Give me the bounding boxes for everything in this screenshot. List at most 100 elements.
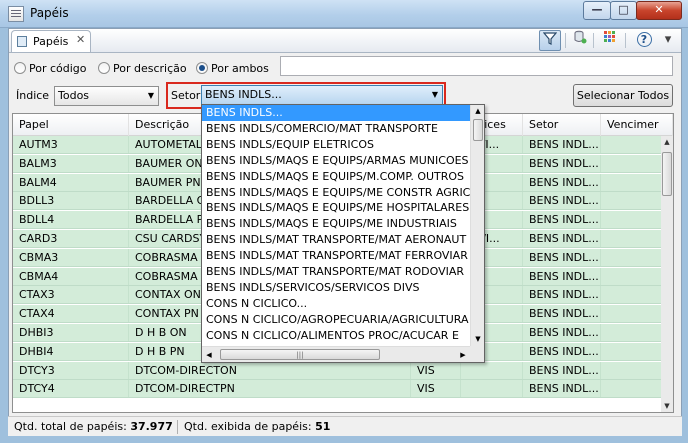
setor-value: BENS INDLS... bbox=[205, 88, 282, 101]
dropdown-option[interactable]: BENS INDLS/SERVICOS/SERVICOS DIVS bbox=[202, 280, 470, 296]
scroll-thumb[interactable] bbox=[473, 119, 483, 141]
indice-value: Todos bbox=[58, 89, 90, 102]
dropdown-option[interactable]: BENS INDLS/MAQS E EQUIPS/ME INDUSTRIAIS bbox=[202, 216, 470, 232]
dropdown-option[interactable]: BENS INDLS/MAQS E EQUIPS/ME HOSPITALARES bbox=[202, 200, 470, 216]
setor-select[interactable]: BENS INDLS... ▼ bbox=[201, 85, 443, 105]
tab-papeis[interactable]: Papéis ✕ bbox=[11, 30, 91, 52]
table-cell bbox=[601, 286, 661, 303]
table-cell bbox=[601, 192, 661, 209]
window-title: Papéis bbox=[30, 6, 69, 20]
scroll-thumb[interactable] bbox=[662, 152, 672, 196]
total-label: Qtd. total de papéis: bbox=[14, 420, 127, 433]
table-cell: VIS bbox=[411, 380, 461, 398]
filter-icon[interactable] bbox=[539, 30, 561, 51]
radio-dot bbox=[98, 62, 110, 74]
table-cell bbox=[601, 249, 661, 266]
shown-count: Qtd. exibida de papéis: 51 bbox=[184, 417, 330, 437]
table-cell: BENS INDL... bbox=[523, 136, 601, 153]
dropdown-hscrollbar[interactable]: ◀ ||| ▶ bbox=[202, 346, 470, 362]
column-header-setor[interactable]: Setor bbox=[523, 114, 601, 136]
dropdown-option[interactable]: BENS INDLS/COMERCIO/MAT TRANSPORTE bbox=[202, 121, 470, 137]
table-cell: BENS INDL... bbox=[523, 361, 601, 379]
dropdown-vscrollbar[interactable]: ▲ ▼ bbox=[470, 105, 484, 346]
table-cell: BENS INDL... bbox=[523, 305, 601, 323]
close-button[interactable]: ✕ bbox=[636, 1, 682, 20]
table-cell: BALM4 bbox=[13, 173, 129, 191]
indice-label: Índice bbox=[16, 89, 50, 102]
table-cell bbox=[601, 324, 661, 341]
dropdown-items: BENS INDLS... BENS INDLS/COMERCIO/MAT TRA… bbox=[202, 105, 470, 346]
scroll-right-icon[interactable]: ▶ bbox=[456, 347, 470, 362]
scroll-down-icon[interactable]: ▼ bbox=[471, 333, 484, 346]
scroll-up-icon[interactable]: ▲ bbox=[471, 105, 484, 118]
dropdown-option[interactable]: BENS INDLS... bbox=[202, 105, 470, 121]
table-cell: CTAX3 bbox=[13, 286, 129, 304]
table-cell: DHBI3 bbox=[13, 324, 129, 341]
radio-por-codigo[interactable]: Por código bbox=[14, 61, 87, 75]
app-icon bbox=[8, 6, 24, 22]
table-cell bbox=[601, 380, 661, 397]
dropdown-option[interactable]: BENS INDLS/MAT TRANSPORTE/MAT FERROVIAR bbox=[202, 248, 470, 264]
chevron-down-icon: ▼ bbox=[147, 91, 154, 100]
radio-por-descricao[interactable]: Por descrição bbox=[98, 61, 187, 75]
radio-label: Por código bbox=[29, 61, 87, 75]
table-cell: DTCOM-DIRECTON bbox=[129, 361, 411, 379]
maximize-button[interactable]: □ bbox=[610, 1, 637, 20]
table-cell: BENS INDL... bbox=[523, 286, 601, 304]
table-cell bbox=[461, 361, 523, 379]
table-cell: CARD3 bbox=[13, 230, 129, 247]
table-scrollbar[interactable]: ▲ ▼ bbox=[661, 136, 673, 412]
table-cell: BENS INDL... bbox=[523, 192, 601, 210]
tab-label: Papéis bbox=[33, 35, 69, 48]
table-cell bbox=[601, 136, 661, 153]
toolbar-separator bbox=[625, 33, 626, 48]
table-cell: BENS INDL... bbox=[523, 342, 601, 360]
table-cell: DTCY4 bbox=[13, 380, 129, 398]
scroll-up-icon[interactable]: ▲ bbox=[661, 136, 673, 148]
select-all-button[interactable]: Selecionar Todos bbox=[573, 84, 673, 107]
toolbar-separator bbox=[565, 33, 566, 48]
table-cell: BALM3 bbox=[13, 154, 129, 172]
radio-label: Por descrição bbox=[113, 61, 187, 75]
dropdown-option[interactable]: BENS INDLS/EQUIP ELETRICOS bbox=[202, 137, 470, 153]
scroll-down-icon[interactable]: ▼ bbox=[661, 400, 673, 412]
view-menu-icon[interactable]: ▾ bbox=[657, 30, 679, 51]
dropdown-option[interactable]: BENS INDLS/MAQS E EQUIPS/ME CONSTR AGRIC bbox=[202, 185, 470, 201]
table-cell: CBMA4 bbox=[13, 267, 129, 285]
help-icon[interactable]: ? bbox=[633, 30, 655, 51]
table-cell: BENS INDL... bbox=[523, 211, 601, 229]
table-cell: DTCOM-DIRECTPN bbox=[129, 380, 411, 398]
setor-dropdown-list[interactable]: BENS INDLS... BENS INDLS/COMERCIO/MAT TRA… bbox=[201, 104, 485, 363]
table-cell bbox=[461, 380, 523, 398]
scroll-thumb[interactable]: ||| bbox=[220, 349, 380, 360]
search-input[interactable] bbox=[280, 56, 673, 76]
dropdown-option[interactable]: CONS N CICLICO/AGROPECUARIA/AGRICULTURA bbox=[202, 312, 470, 328]
dropdown-option[interactable]: CONS N CICLICO/ALIMENTOS PROC/ACUCAR E bbox=[202, 328, 470, 344]
document-icon bbox=[17, 36, 27, 47]
indice-select[interactable]: Todos ▼ bbox=[54, 86, 159, 106]
column-header-vencimento[interactable]: Vencimer bbox=[601, 114, 673, 136]
table-row[interactable]: DTCY3 DTCOM-DIRECTON VIS BENS INDL... bbox=[13, 361, 661, 380]
database-icon[interactable] bbox=[569, 30, 591, 51]
table-cell bbox=[601, 174, 661, 191]
radio-por-ambos[interactable]: Por ambos bbox=[196, 61, 269, 75]
table-cell bbox=[601, 230, 661, 247]
table-cell bbox=[601, 211, 661, 228]
table-cell: DTCY3 bbox=[13, 361, 129, 379]
table-cell: VIS bbox=[411, 361, 461, 379]
scroll-left-icon[interactable]: ◀ bbox=[202, 347, 216, 362]
dropdown-option[interactable]: BENS INDLS/MAQS E EQUIPS/ARMAS MUNICOES bbox=[202, 153, 470, 169]
dropdown-option[interactable]: BENS INDLS/MAT TRANSPORTE/MAT RODOVIAR bbox=[202, 264, 470, 280]
dropdown-option[interactable]: BENS INDLS/MAQS E EQUIPS/M.COMP. OUTROS bbox=[202, 169, 470, 185]
table-cell: BDLL3 bbox=[13, 192, 129, 210]
dropdown-option[interactable]: CONS N CICLICO... bbox=[202, 296, 470, 312]
table-row[interactable]: DTCY4 DTCOM-DIRECTPN VIS BENS INDL... bbox=[13, 380, 661, 399]
dropdown-option[interactable]: BENS INDLS/MAT TRANSPORTE/MAT AERONAUT bbox=[202, 232, 470, 248]
grid-icon[interactable] bbox=[599, 30, 621, 51]
minimize-button[interactable]: — bbox=[583, 1, 611, 20]
toolbar-separator bbox=[593, 33, 594, 48]
window-titlebar: Papéis — □ ✕ bbox=[0, 0, 688, 28]
column-header-papel[interactable]: Papel bbox=[13, 114, 129, 136]
tab-close-icon[interactable]: ✕ bbox=[76, 33, 85, 46]
table-cell bbox=[601, 268, 661, 285]
